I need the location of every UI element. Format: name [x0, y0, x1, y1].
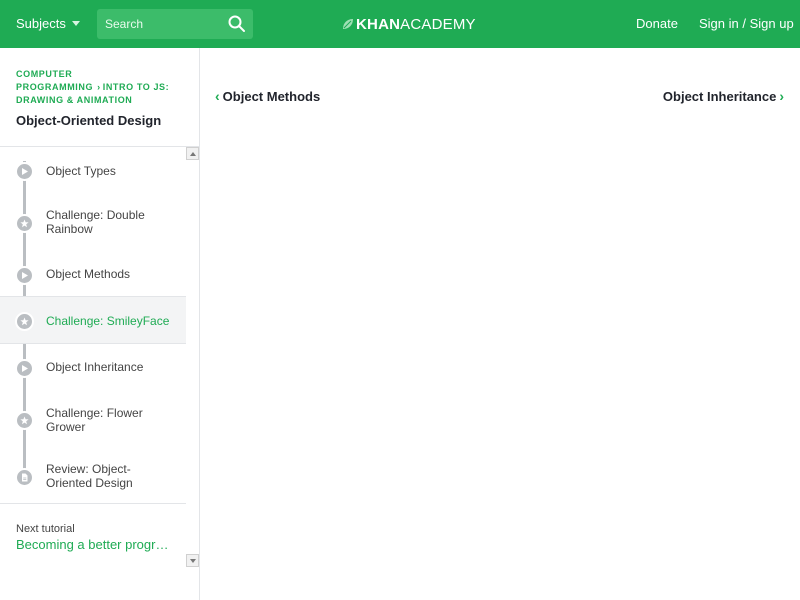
next-tutorial-link[interactable]: Becoming a better programmer	[16, 537, 174, 552]
subjects-menu-button[interactable]: Subjects	[16, 16, 80, 31]
sign-in-link[interactable]: Sign in / Sign up	[699, 16, 794, 31]
donate-link[interactable]: Donate	[636, 16, 678, 31]
sidebar-item-challenge-double-rainbow[interactable]: Challenge: Double Rainbow	[0, 194, 186, 252]
search-icon[interactable]	[227, 14, 247, 34]
subjects-label: Subjects	[16, 16, 66, 31]
document-icon	[15, 468, 34, 487]
sidebar-item-object-methods[interactable]: Object Methods	[0, 252, 186, 296]
previous-lesson-label: Object Methods	[222, 88, 321, 104]
sidebar-item-review-object-oriented-design[interactable]: Review: Object-Oriented Design	[0, 448, 186, 503]
khan-academy-logo[interactable]: KHAN ACADEMY	[342, 15, 476, 33]
sidebar-item-label: Object Inheritance	[46, 360, 144, 374]
sidebar-item-challenge-smileyface[interactable]: Challenge: SmileyFace	[0, 296, 186, 344]
search-input[interactable]	[97, 9, 229, 39]
breadcrumb: COMPUTER PROGRAMMING › INTRO TO JS: DRAWIN…	[16, 68, 186, 107]
logo-text-khan: KHAN	[356, 15, 401, 33]
sidebar-item-challenge-flower-grower[interactable]: Challenge: Flower Grower	[0, 390, 186, 448]
next-tutorial-label: Next tutorial	[16, 523, 75, 535]
sidebar-item-object-types[interactable]: Object Types	[0, 148, 186, 194]
sidebar-item-label: Challenge: SmileyFace	[46, 314, 170, 328]
chevron-right-icon: ›	[97, 82, 101, 92]
sidebar-item-label: Challenge: Double Rainbow	[46, 208, 145, 236]
sidebar-item-label: Object Types	[46, 164, 116, 178]
breadcrumb-computer-programming[interactable]: COMPUTER PROGRAMMING	[16, 69, 93, 92]
play-icon	[15, 162, 34, 181]
sidebar-item-object-inheritance[interactable]: Object Inheritance	[0, 344, 186, 390]
star-icon	[15, 312, 34, 331]
tutorial-title: Object-Oriented Design	[16, 113, 162, 128]
sidebar-item-label: Challenge: Flower Grower	[46, 406, 143, 434]
scroll-up-arrow[interactable]	[186, 147, 199, 160]
next-lesson-link[interactable]: Object Inheritance ›	[663, 88, 784, 104]
tutorial-sidebar: COMPUTER PROGRAMMING › INTRO TO JS: DRAWIN…	[0, 48, 200, 600]
sidebar-item-label: Object Methods	[46, 267, 131, 281]
divider	[0, 503, 186, 504]
sidebar-item-label: Review: Object-Oriented Design	[46, 462, 133, 490]
next-lesson-label: Object Inheritance	[662, 88, 777, 104]
leaf-icon	[343, 19, 353, 29]
previous-lesson-link[interactable]: ‹ Object Methods	[215, 88, 320, 104]
chevron-right-icon: ›	[779, 88, 784, 104]
chevron-left-icon: ‹	[215, 88, 220, 104]
caret-down-icon	[71, 21, 80, 26]
play-icon	[15, 359, 34, 378]
scroll-down-arrow[interactable]	[186, 554, 199, 567]
play-icon	[15, 266, 34, 285]
top-navigation-bar: Subjects KHANACADEMY Donate Sign in / Si…	[0, 0, 800, 48]
divider	[0, 146, 199, 147]
search-box	[97, 9, 253, 39]
star-icon	[15, 214, 34, 233]
logo-text-academy: ACADEMY	[400, 15, 476, 33]
star-icon	[15, 411, 34, 430]
